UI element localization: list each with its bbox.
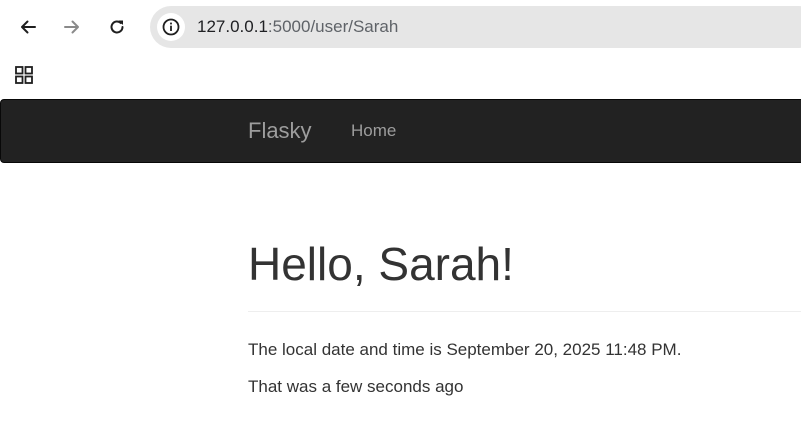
- reload-icon: [110, 20, 124, 34]
- page-title: Hello, Sarah!: [248, 238, 514, 290]
- navbar-brand[interactable]: Flasky: [248, 118, 312, 144]
- relative-time-text: That was a few seconds ago: [248, 377, 464, 396]
- navbar: Flasky Home: [0, 99, 801, 163]
- forward-arrow-icon: [64, 20, 79, 34]
- back-button[interactable]: [10, 9, 46, 45]
- forward-button[interactable]: [54, 9, 90, 45]
- site-info-button[interactable]: [157, 13, 185, 41]
- info-icon: [162, 18, 180, 36]
- apps-button[interactable]: [11, 62, 37, 88]
- url-host: 127.0.0.1: [197, 17, 268, 36]
- bookmarks-bar: [0, 54, 801, 94]
- reload-button[interactable]: [99, 9, 135, 45]
- address-bar[interactable]: 127.0.0.1:5000/user/Sarah: [150, 6, 801, 48]
- back-arrow-icon: [21, 20, 36, 34]
- url-text[interactable]: 127.0.0.1:5000/user/Sarah: [197, 17, 398, 37]
- datetime-text: The local date and time is September 20,…: [248, 340, 682, 359]
- nav-link-home[interactable]: Home: [351, 121, 396, 141]
- url-path: :5000/user/Sarah: [267, 17, 399, 36]
- browser-toolbar: 127.0.0.1:5000/user/Sarah: [0, 0, 801, 54]
- apps-grid-icon: [15, 66, 33, 84]
- page-header-divider: [248, 311, 801, 312]
